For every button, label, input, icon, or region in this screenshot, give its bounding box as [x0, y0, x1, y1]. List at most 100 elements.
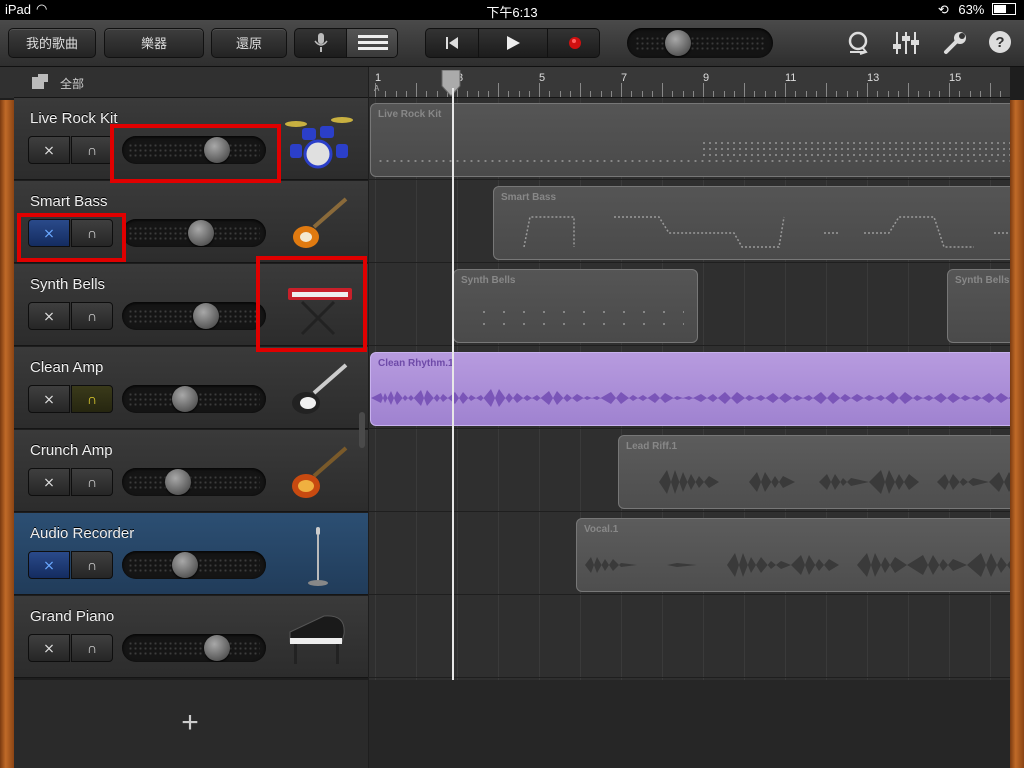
mic-icon[interactable]	[295, 29, 347, 57]
headphones-icon: ∩	[86, 640, 98, 656]
battery-percent: 63%	[958, 2, 985, 17]
tracks-view-icon[interactable]	[347, 29, 397, 57]
mute-button[interactable]: ⨯	[28, 219, 70, 247]
region-synth-bells[interactable]: Synth Bells	[947, 269, 1010, 343]
volume-knob[interactable]	[164, 469, 191, 495]
timeline-ruler[interactable]: 13579111315 A	[369, 67, 1010, 98]
ruler-tick	[908, 83, 909, 97]
volume-slider[interactable]	[122, 219, 266, 247]
track-lane: Clean Rhythm.1	[369, 347, 1010, 429]
mute-button[interactable]: ⨯	[28, 385, 70, 413]
region-lead-riff[interactable]: Lead Riff.1	[618, 435, 1010, 509]
record-icon[interactable]	[548, 29, 599, 57]
mute-button[interactable]: ⨯	[28, 136, 70, 164]
mute-button[interactable]: ⨯	[28, 551, 70, 579]
mixer-icon[interactable]	[892, 30, 920, 56]
solo-button[interactable]: ∩	[71, 219, 113, 247]
volume-slider[interactable]	[122, 634, 266, 662]
track-lane: Live Rock Kit	[369, 98, 1010, 180]
track-row-smart-bass[interactable]: Smart Bass ⨯ ∩	[14, 181, 368, 263]
track-row-audio-recorder[interactable]: Audio Recorder ⨯ ∩	[14, 513, 368, 595]
ruler-tick	[385, 91, 387, 97]
volume-knob[interactable]	[204, 635, 231, 661]
mute-button[interactable]: ⨯	[28, 634, 70, 662]
solo-button[interactable]: ∩	[71, 468, 113, 496]
volume-knob[interactable]	[171, 552, 198, 578]
help-icon[interactable]: ?	[988, 30, 1012, 54]
region-live-rock-kit[interactable]: Live Rock Kit	[370, 103, 1010, 177]
ruler-tick	[467, 91, 469, 97]
region-smart-bass[interactable]: Smart Bass	[493, 186, 1010, 260]
solo-button[interactable]: ∩	[71, 385, 113, 413]
track-name: Synth Bells	[30, 276, 106, 293]
ruler-tick	[395, 91, 397, 97]
ruler-tick	[918, 91, 920, 97]
ruler-tick	[785, 83, 786, 97]
mute-button[interactable]: ⨯	[28, 468, 70, 496]
add-track-area: +	[14, 680, 368, 768]
region-synth-bells[interactable]: Synth Bells	[453, 269, 698, 343]
ruler-tick	[887, 91, 889, 97]
ruler-tick	[539, 83, 540, 97]
arrange-area[interactable]: Live Rock Kit Smart Bass Synth Bells Syn…	[369, 98, 1010, 680]
go-to-start-icon[interactable]	[426, 29, 479, 57]
track-list-scrollbar[interactable]	[359, 412, 365, 448]
volume-slider[interactable]	[122, 302, 266, 330]
ruler-tick	[498, 83, 499, 97]
track-row-live-rock-kit[interactable]: Live Rock Kit ⨯ ∩	[14, 98, 368, 180]
volume-slider[interactable]	[122, 468, 266, 496]
track-row-grand-piano[interactable]: Grand Piano ⨯ ∩	[14, 596, 368, 678]
wrench-icon[interactable]	[942, 30, 968, 56]
microphone-stand-icon[interactable]	[284, 525, 354, 587]
add-track-button[interactable]: +	[174, 706, 206, 740]
solo-button[interactable]: ∩	[71, 551, 113, 579]
ruler-tick	[651, 91, 653, 97]
solo-button[interactable]: ∩	[71, 634, 113, 662]
playhead[interactable]	[452, 88, 454, 680]
status-bar: iPad ◠ 下午6:13 ⟲ 63%	[0, 0, 1024, 20]
toolbar: 我的歌曲 樂器 還原 ?	[0, 20, 1024, 67]
track-row-synth-bells[interactable]: Synth Bells ⨯ ∩	[14, 264, 368, 346]
track-row-clean-amp[interactable]: Clean Amp ⨯ ∩	[14, 347, 368, 429]
play-icon[interactable]	[479, 29, 548, 57]
right-wood-panel	[1010, 100, 1024, 768]
loop-icon[interactable]	[844, 30, 872, 56]
volume-slider[interactable]	[122, 385, 266, 413]
playhead-handle[interactable]	[440, 69, 462, 97]
mute-icon: ⨯	[43, 391, 55, 407]
track-lane: Vocal.1	[369, 513, 1010, 595]
ruler-tick	[826, 83, 827, 97]
waveform	[659, 470, 1010, 494]
region-vocal[interactable]: Vocal.1	[576, 518, 1010, 592]
volume-knob[interactable]	[204, 137, 231, 163]
volume-slider[interactable]	[122, 551, 266, 579]
ruler-tick	[764, 91, 766, 97]
mute-button[interactable]: ⨯	[28, 302, 70, 330]
keyboard-icon[interactable]	[284, 276, 354, 338]
solo-button[interactable]: ∩	[71, 302, 113, 330]
volume-slider[interactable]	[122, 136, 266, 164]
region-clean-rhythm[interactable]: Clean Rhythm.1	[370, 352, 1010, 426]
grand-piano-icon[interactable]	[284, 608, 354, 670]
my-songs-button[interactable]: 我的歌曲	[8, 28, 96, 58]
drum-kit-icon[interactable]	[284, 110, 354, 172]
ruler-tick	[477, 91, 479, 97]
instruments-button[interactable]: 樂器	[104, 28, 204, 58]
les-paul-guitar-icon[interactable]	[284, 442, 354, 504]
ruler-bar-number: 1	[375, 72, 382, 84]
undo-button[interactable]: 還原	[211, 28, 287, 58]
ruler-tick	[559, 91, 561, 97]
master-volume-knob[interactable]	[665, 30, 691, 56]
electric-guitar-icon[interactable]	[284, 359, 354, 421]
track-filter-icon[interactable]	[32, 74, 50, 93]
master-volume-slider[interactable]	[627, 28, 773, 58]
ruler-bar-number: 15	[949, 72, 962, 84]
solo-button[interactable]: ∩	[71, 136, 113, 164]
volume-knob[interactable]	[187, 220, 214, 246]
track-row-crunch-amp[interactable]: Crunch Amp ⨯ ∩	[14, 430, 368, 512]
ruler-tick	[846, 91, 848, 97]
volume-knob[interactable]	[171, 386, 198, 412]
ruler-tick	[703, 83, 704, 97]
volume-knob[interactable]	[192, 303, 219, 329]
bass-guitar-icon[interactable]	[284, 193, 354, 255]
